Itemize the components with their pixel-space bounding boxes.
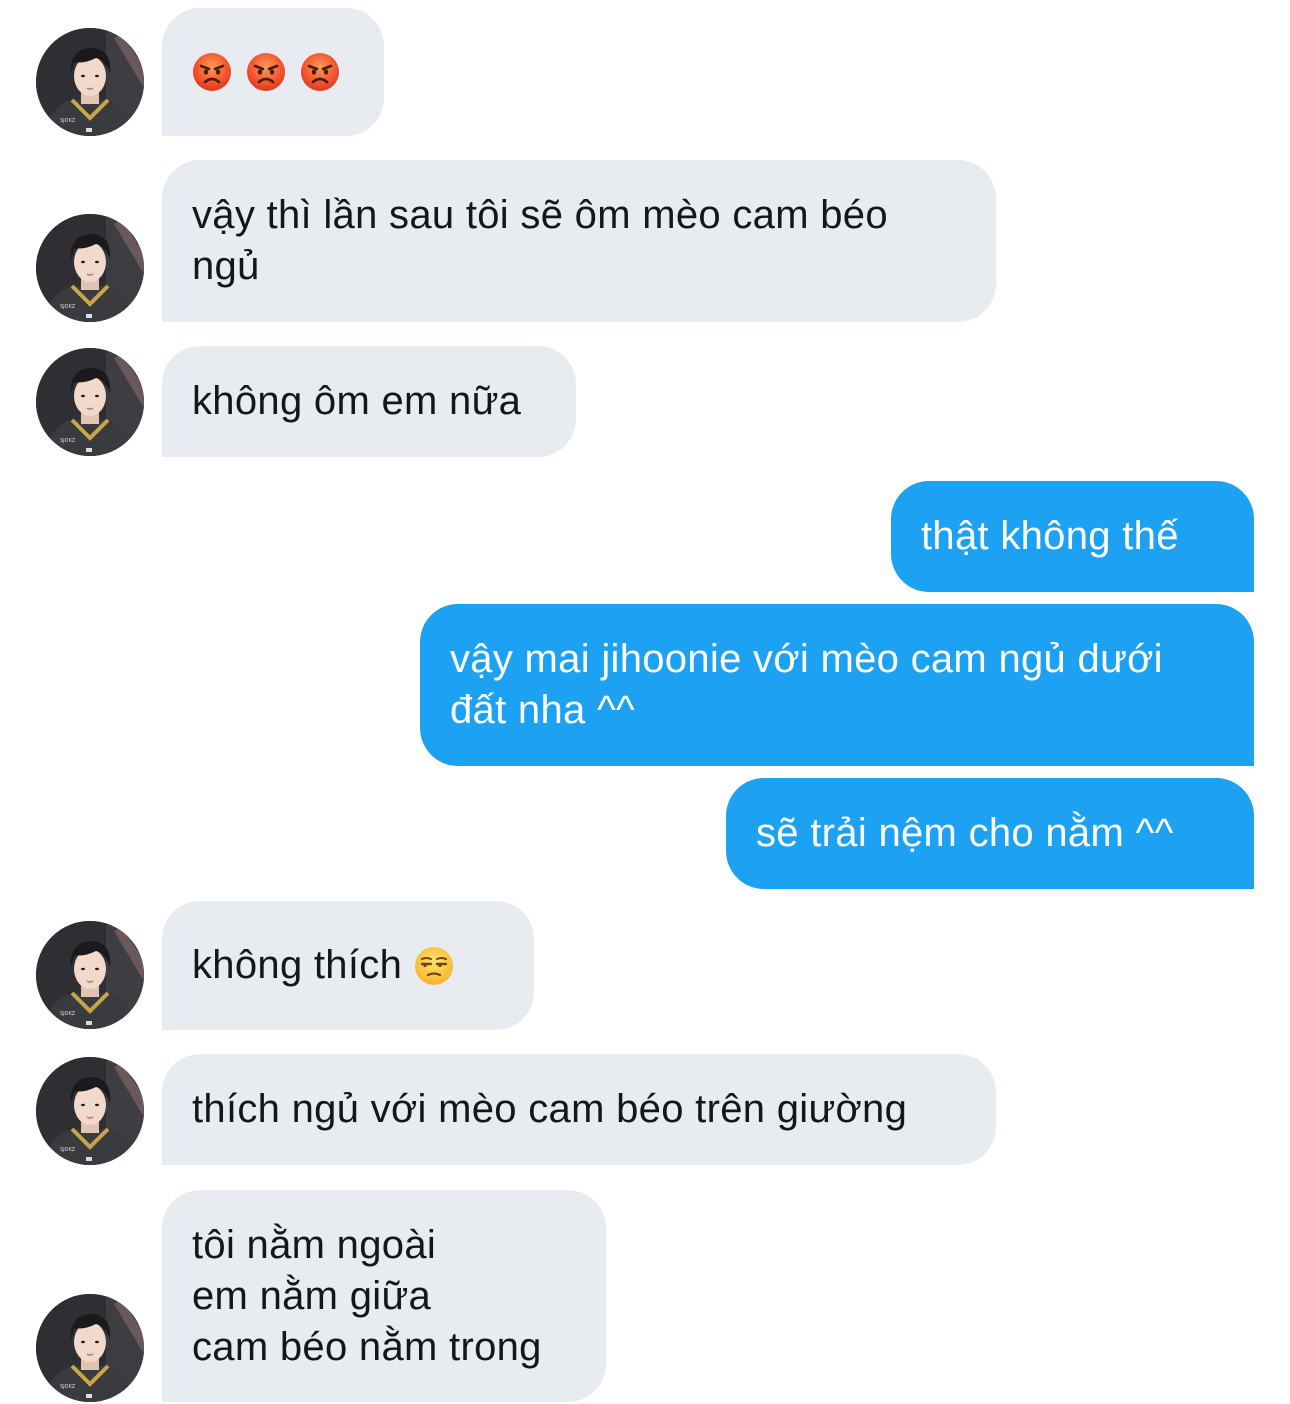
message-bubble[interactable]: vậy mai jihoonie với mèo cam ngủ dưới đấ… — [420, 604, 1254, 766]
angry-face-icon — [246, 52, 286, 92]
message-bubble[interactable] — [162, 8, 384, 136]
unamused-face-icon — [414, 946, 454, 986]
message-text: thật không thế — [921, 514, 1179, 558]
message-bubble[interactable]: tôi nằm ngoài em nằm giữa cam béo nằm tr… — [162, 1190, 606, 1402]
avatar[interactable] — [36, 348, 144, 456]
angry-face-icon — [192, 52, 232, 92]
message-text: không ôm em nữa — [192, 379, 522, 423]
message-text: thích ngủ với mèo cam béo trên giường — [192, 1087, 908, 1131]
angry-face-icon — [300, 52, 340, 92]
message-text: vậy mai jihoonie với mèo cam ngủ dưới đấ… — [450, 637, 1163, 732]
avatar[interactable] — [36, 1294, 144, 1402]
message-bubble[interactable]: không thích — [162, 901, 534, 1030]
message-bubble[interactable]: thích ngủ với mèo cam béo trên giường — [162, 1054, 996, 1165]
avatar[interactable] — [36, 921, 144, 1029]
avatar[interactable] — [36, 214, 144, 322]
message-text: không thích — [192, 943, 403, 987]
message-text: sẽ trải nệm cho nằm ^^ — [756, 811, 1174, 855]
message-bubble[interactable]: sẽ trải nệm cho nằm ^^ — [726, 778, 1254, 889]
message-bubble[interactable]: thật không thế — [891, 481, 1254, 592]
message-bubble[interactable]: vậy thì lần sau tôi sẽ ôm mèo cam béo ng… — [162, 160, 996, 322]
avatar[interactable] — [36, 1057, 144, 1165]
message-bubble[interactable]: không ôm em nữa — [162, 346, 576, 457]
message-text: tôi nằm ngoài em nằm giữa cam béo nằm tr… — [192, 1222, 542, 1369]
avatar[interactable] — [36, 28, 144, 136]
message-text: vậy thì lần sau tôi sẽ ôm mèo cam béo ng… — [192, 193, 888, 288]
